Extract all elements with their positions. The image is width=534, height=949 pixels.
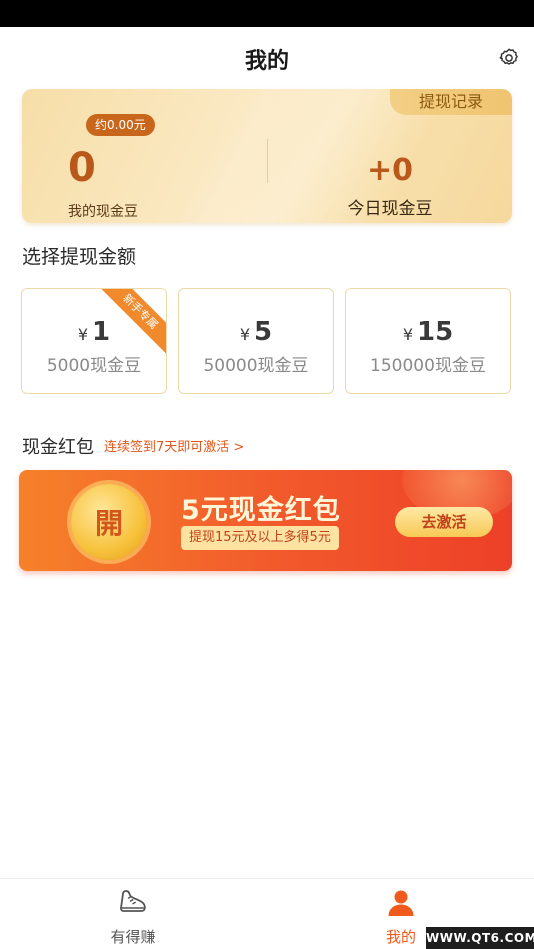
gear-icon[interactable] xyxy=(498,47,520,69)
redpack-subtitle: 提现15元及以上多得5元 xyxy=(181,526,339,550)
tab-earn-label: 有得赚 xyxy=(110,928,156,946)
option-beans: 5000现金豆 xyxy=(46,356,142,376)
option-amount: 1 xyxy=(92,317,111,347)
status-bar xyxy=(0,0,534,27)
withdraw-record-button[interactable]: 提现记录 xyxy=(390,89,512,115)
option-beans: 50000现金豆 xyxy=(203,356,309,376)
option-price: ¥5 xyxy=(179,317,333,347)
page-header: 我的 xyxy=(0,27,534,89)
person-icon xyxy=(388,890,414,916)
redpack-heading: 5元现金红包 xyxy=(181,495,341,526)
option-amount: 5 xyxy=(254,317,273,347)
yen-sign: ¥ xyxy=(402,325,413,344)
site-watermark: WWW.QT6.COM xyxy=(426,927,534,949)
tab-earn[interactable]: 有得赚 xyxy=(63,879,203,949)
activate-button[interactable]: 去激活 xyxy=(395,507,493,537)
redpack-section-title: 现金红包 xyxy=(22,437,94,458)
option-amount: 15 xyxy=(417,317,454,347)
yen-sign: ¥ xyxy=(239,325,251,344)
shoe-icon xyxy=(120,890,146,912)
today-beans-label: 今日现金豆 xyxy=(347,199,433,219)
approx-amount-badge: 约0.00元 xyxy=(86,114,155,136)
page-title: 我的 xyxy=(244,49,289,74)
coin-open-char: 開 xyxy=(94,507,123,540)
balance-card: 提现记录 约0.00元 0 我的现金豆 +0 今日现金豆 xyxy=(22,89,512,223)
redpack-banner[interactable]: 開 5元现金红包 提现15元及以上多得5元 去激活 xyxy=(19,470,512,571)
amount-option-15[interactable]: ¥15 150000现金豆 xyxy=(345,288,511,394)
my-beans-label: 我的现金豆 xyxy=(68,204,138,220)
amount-option-1[interactable]: ¥1 5000现金豆 新手专属 xyxy=(21,288,167,394)
signin-activate-link[interactable]: 连续签到7天即可激活 > xyxy=(104,436,244,455)
amount-option-5[interactable]: ¥5 50000现金豆 xyxy=(178,288,334,394)
today-beans-value: +0 xyxy=(366,153,413,188)
yen-sign: ¥ xyxy=(77,325,89,344)
my-beans-value: 0 xyxy=(68,145,96,191)
withdraw-section-title: 选择提现金额 xyxy=(22,246,137,268)
card-divider xyxy=(267,139,268,183)
option-beans: 150000现金豆 xyxy=(370,356,486,376)
coin-icon: 開 xyxy=(71,484,147,560)
option-price: ¥15 xyxy=(346,317,510,347)
